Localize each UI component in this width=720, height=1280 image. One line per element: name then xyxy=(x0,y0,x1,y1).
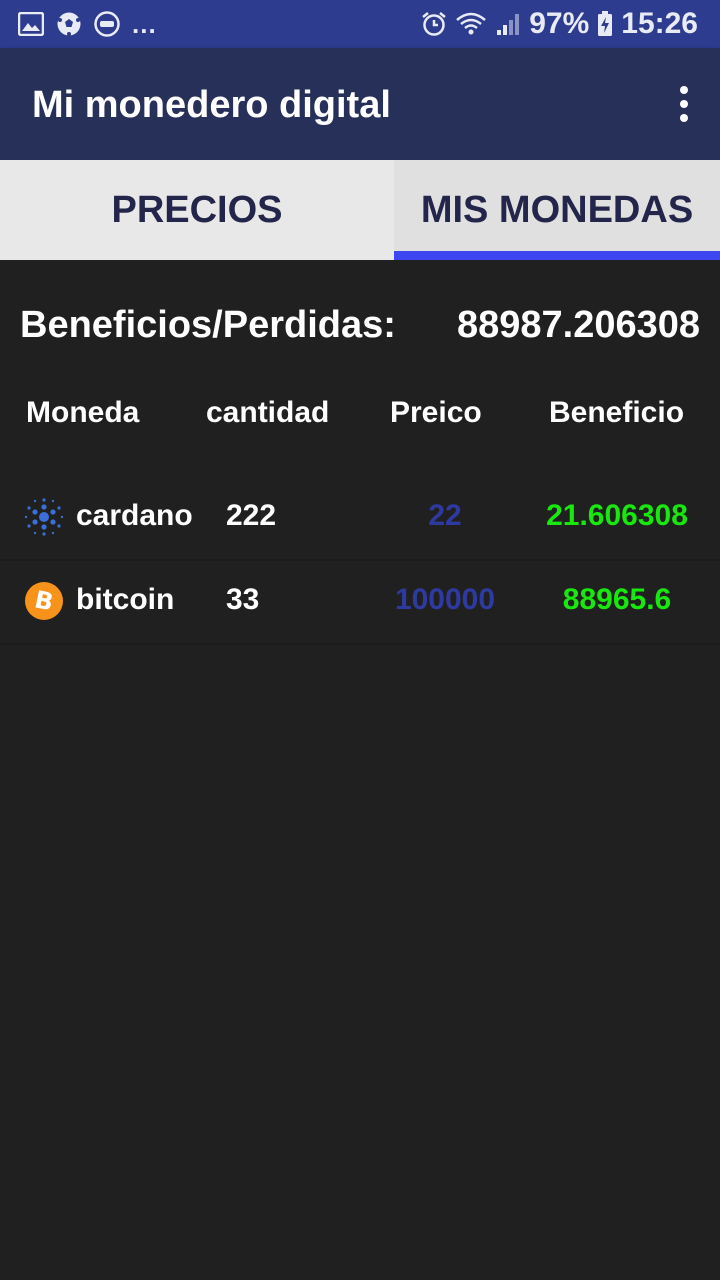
header-beneficio: Beneficio xyxy=(549,396,685,429)
profit-value: 88987.206308 xyxy=(456,304,700,346)
signal-icon xyxy=(495,11,521,37)
battery-percent: 97% xyxy=(529,7,590,40)
clock: 15:26 xyxy=(621,7,698,40)
coin-profit: 88965.6 xyxy=(562,583,672,616)
cardano-icon xyxy=(24,497,64,537)
alarm-icon xyxy=(421,11,447,37)
tab-bar: PRECIOS MIS MONEDAS xyxy=(0,160,720,260)
header-precio: Preico xyxy=(390,396,482,429)
status-bar: ... 97% 15:26 xyxy=(0,0,720,48)
soccer-ball-icon xyxy=(56,11,82,37)
more-vert-icon[interactable] xyxy=(676,86,692,122)
coin-quantity: 33 xyxy=(226,583,260,616)
table-row[interactable]: cardano 222 22 21.606308 xyxy=(0,477,720,561)
header-cantidad: cantidad xyxy=(206,396,330,429)
wifi-icon xyxy=(455,11,487,37)
tab-mis-monedas[interactable]: MIS MONEDAS xyxy=(394,160,720,260)
app-title: Mi monedero digital xyxy=(32,84,391,126)
bitcoin-icon: B xyxy=(24,581,64,621)
tab-indicator xyxy=(394,251,720,260)
coin-profit: 21.606308 xyxy=(546,499,688,532)
coin-price: 100000 xyxy=(394,583,496,616)
header-moneda: Moneda xyxy=(26,396,140,429)
burger-king-icon xyxy=(94,11,120,37)
image-icon xyxy=(18,11,44,37)
profit-label: Beneficios/Perdidas: xyxy=(20,304,396,346)
coin-quantity: 222 xyxy=(226,499,277,532)
app-bar: Mi monedero digital xyxy=(0,48,720,160)
coin-name: bitcoin xyxy=(76,583,175,616)
status-right: 97% 15:26 xyxy=(421,7,720,41)
battery-charging-icon xyxy=(597,11,613,37)
tab-precios[interactable]: PRECIOS xyxy=(0,160,394,260)
table-row[interactable]: B bitcoin 33 100000 88965.6 xyxy=(0,561,720,645)
more-notifications: ... xyxy=(132,8,157,39)
coin-price: 22 xyxy=(428,499,462,532)
tab-label: PRECIOS xyxy=(111,188,283,231)
tab-label: MIS MONEDAS xyxy=(420,188,694,231)
coin-name: cardano xyxy=(76,499,193,532)
table-header: Moneda cantidad Preico Beneficio xyxy=(0,396,720,436)
profit-summary: Beneficios/Perdidas: 88987.206308 xyxy=(20,304,700,347)
status-left: ... xyxy=(0,9,157,40)
